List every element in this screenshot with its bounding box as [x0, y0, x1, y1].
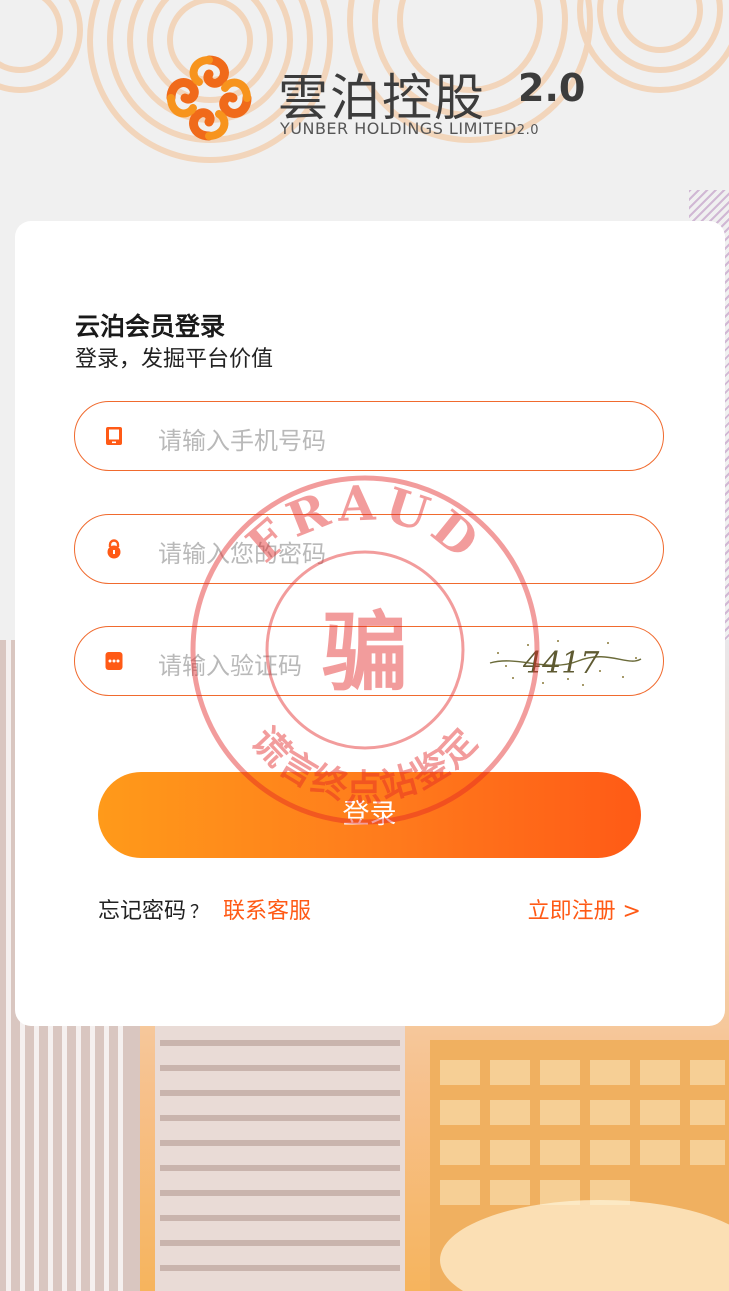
contact-support-link[interactable]: 联系客服	[223, 893, 311, 925]
cloud-emblem-icon	[166, 55, 252, 141]
captcha-image[interactable]: 4417	[488, 633, 643, 691]
password-placeholder: 请输入您的密码	[158, 540, 326, 568]
forgot-password-label: 忘记密码	[98, 899, 187, 924]
brand-name-en-text: YUNBER HOLDINGS LIMITED	[280, 119, 517, 138]
captcha-field[interactable]: 请输入验证码 4417	[74, 626, 664, 696]
login-links: 忘记密码？ 联系客服 立即注册 >	[98, 893, 641, 925]
register-link[interactable]: 立即注册 >	[528, 893, 641, 925]
login-subtitle: 登录，发掘平台价值	[75, 347, 274, 372]
phone-icon	[106, 427, 122, 445]
login-button[interactable]: 登录	[98, 772, 641, 858]
brand-logo: 雲泊控股 2.0 YUNBER HOLDINGS LIMITED2.0	[163, 52, 585, 147]
phone-placeholder: 请输入手机号码	[158, 427, 326, 455]
message-code-icon	[105, 652, 123, 670]
brand-name-en: YUNBER HOLDINGS LIMITED2.0	[280, 119, 539, 138]
phone-field[interactable]: 请输入手机号码	[74, 401, 664, 471]
password-field[interactable]: 请输入您的密码	[74, 514, 664, 584]
captcha-text: 4417	[522, 646, 600, 681]
lock-icon	[107, 539, 121, 559]
forgot-question-mark: ？	[190, 902, 209, 923]
brand-version: 2.0	[518, 66, 586, 110]
captcha-placeholder: 请输入验证码	[158, 652, 302, 680]
brand-name-en-version: 2.0	[516, 123, 539, 138]
login-card: 云泊会员登录 登录，发掘平台价值 请输入手机号码 请输入您的密码 请输入验证码	[15, 221, 725, 1026]
login-title: 云泊会员登录	[75, 312, 226, 341]
forgot-password-text: 忘记密码？	[98, 893, 208, 925]
